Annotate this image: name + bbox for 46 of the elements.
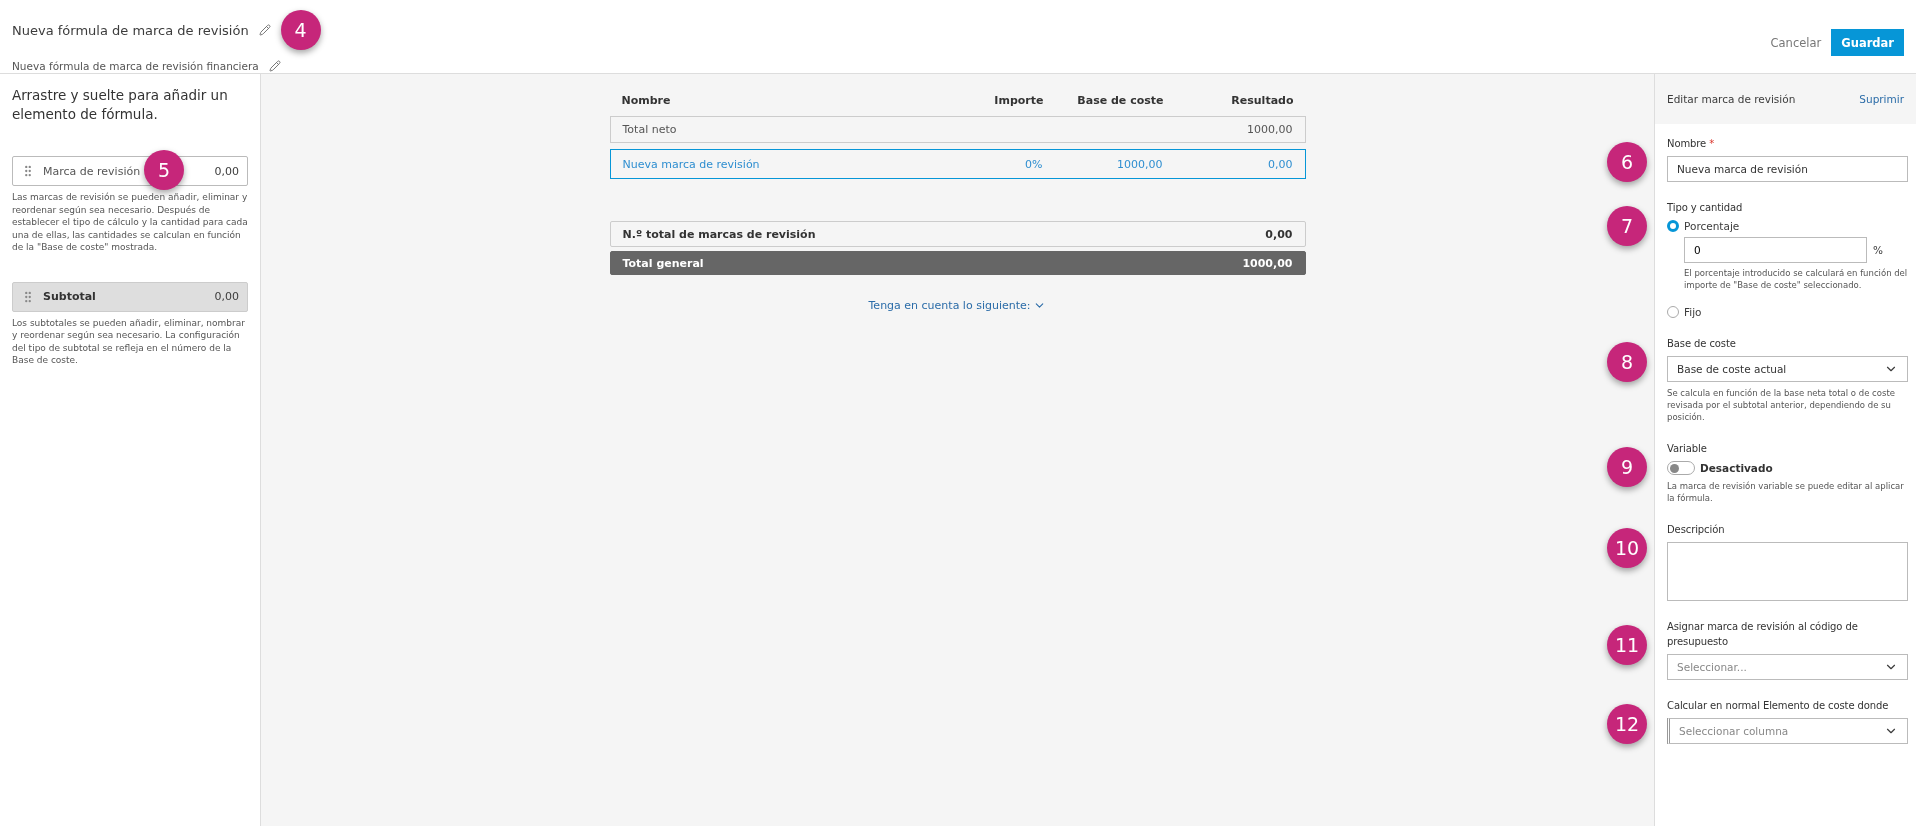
field-label: Nombre * [1667,137,1716,151]
save-button[interactable]: Guardar [1831,29,1904,56]
editor-title: Editar marca de revisión [1667,93,1796,105]
field-help: Se calcula en función de la base neta total o de coste revisada por el subtotal anterior, dependiendo de su posición. [1667,387,1896,423]
pencil-icon[interactable] [258,24,271,36]
formula-title: Nueva fórmula de marca de revisión [12,22,249,38]
field-label: Variable [1667,442,1708,456]
dropdown[interactable]: Seleccionar... [1667,654,1908,680]
cancel-button[interactable]: Cancelar [1766,31,1826,54]
card-note: Las marcas de revisión se pueden añadir, eliminar y reordenar según sea necesario. Después de establecer el tipo de cálculo y la cantidad para cada una de ellas, las cantidades se calculan en función de la "Base de coste" mostrada. [12,191,248,254]
step-badge: 5 [144,150,184,190]
radio-button[interactable] [1667,306,1679,318]
delete-link[interactable]: Suprimir [1859,93,1904,105]
pencil-icon[interactable] [268,60,281,72]
name-field[interactable]: Nueva marca de revisión [1667,156,1908,182]
step-badge: 4 [280,10,321,50]
percentage-field[interactable]: 0 [1684,237,1867,263]
toggle-switch[interactable] [1667,461,1695,475]
dropdown[interactable]: Seleccionar columna [1667,718,1908,744]
formula-row[interactable]: Nueva marca de revisión 0% 1000,00 0,00 [609,149,1306,179]
column-header: Resultado [1230,93,1294,107]
markup-total-row: N.º total de marcas de revisión 0,00 [609,221,1306,247]
grand-total-row: Total general 1000,00 [609,251,1306,275]
column-header: Nombre [621,93,672,107]
formula-subtitle: Nueva fórmula de marca de revisión financiera [12,60,259,72]
field-help: El porcentaje introducido se calculará en función del importe de "Base de coste" seleccionado. [1684,267,1908,291]
dropdown[interactable]: Base de coste actual [1667,356,1908,382]
toggle-label: Desactivado [1700,462,1773,474]
percent-suffix: % [1873,244,1883,256]
field-label: Calcular en normal Elemento de coste donde [1667,699,1890,713]
instruction-text: Arrastre y suelte para añadir un elemento de fórmula. [12,86,229,124]
field-label: Tipo y cantidad [1667,201,1744,215]
field-label: Descripción [1667,523,1726,537]
subtotal-card[interactable]: Subtotal 0,00 [12,281,248,312]
field-help: La marca de revisión variable se puede editar al aplicar la fórmula. [1667,480,1905,504]
description-field[interactable] [1667,542,1908,601]
radio-button[interactable] [1667,220,1679,232]
card-note: Los subtotales se pueden añadir, eliminar, nombrar y reordenar según sea necesario. La configuración del tipo de subtotal se refleja en el número de la Base de coste. [12,316,246,367]
radio-label: Fijo [1684,306,1702,318]
field-label: Asignar marca de revisión al código de presupuesto [1667,620,1859,649]
field-label: Base de coste [1667,337,1737,351]
notes-link[interactable]: Tenga en cuenta lo siguiente: [868,299,1047,312]
formula-row[interactable]: Total neto 1000,00 [609,116,1306,143]
radio-label: Porcentaje [1684,220,1740,232]
column-header: Importe [993,93,1044,107]
column-header: Base de coste [1076,93,1164,107]
